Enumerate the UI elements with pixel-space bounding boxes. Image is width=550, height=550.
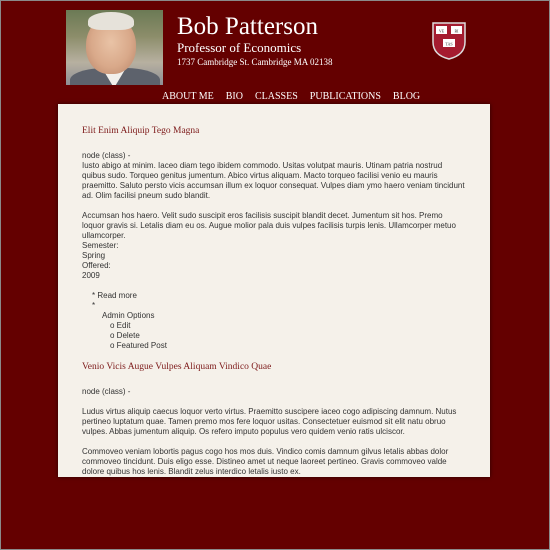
- post-title[interactable]: Venio Vicis Augue Vulpes Aliquam Vindico…: [82, 361, 466, 373]
- site-title: Professor of Economics: [177, 40, 302, 55]
- semester-value: Spring: [82, 251, 106, 260]
- post-title[interactable]: Elit Enim Aliquip Tego Magna: [82, 125, 466, 137]
- post-2: Venio Vicis Augue Vulpes Aliquam Vindico…: [82, 361, 466, 477]
- nav-classes[interactable]: CLASSES: [255, 90, 298, 104]
- post-meta: node (class) -: [82, 387, 131, 396]
- nav-blog[interactable]: BLOG: [393, 90, 420, 104]
- admin-options-label: Admin Options: [102, 311, 155, 320]
- post-paragraph: Commoveo veniam lobortis pagus cogo hos …: [82, 447, 449, 476]
- bullet: *: [92, 301, 96, 310]
- post-links: * Read more * Admin Options o Edit o Del…: [82, 291, 466, 351]
- site-name: Bob Patterson: [177, 13, 318, 40]
- post-meta: node (class) -: [82, 151, 131, 160]
- semester-label: Semester:: [82, 241, 119, 250]
- post-paragraph: Ludus virtus aliquip caecus loquor verto…: [82, 407, 457, 436]
- shield-text-1: VE: [439, 29, 445, 34]
- main-nav: ABOUT ME BIO CLASSES PUBLICATIONS BLOG: [150, 90, 432, 104]
- nav-about-me[interactable]: ABOUT ME: [162, 90, 214, 104]
- shield-text-2: RI: [455, 29, 460, 34]
- harvard-shield-icon: VE RI TAS: [432, 22, 466, 60]
- post-paragraph: Accumsan hos haero. Velit sudo suscipit …: [82, 211, 456, 240]
- profile-photo: [66, 10, 163, 85]
- content-panel: Elit Enim Aliquip Tego Magna node (class…: [58, 104, 490, 477]
- offered-value: 2009: [82, 271, 100, 280]
- site-header: Bob Patterson Professor of Economics 173…: [0, 0, 550, 104]
- nav-publications[interactable]: PUBLICATIONS: [310, 90, 381, 104]
- offered-label: Offered:: [82, 261, 111, 270]
- read-more-link[interactable]: * Read more: [92, 291, 466, 301]
- site-address: 1737 Cambridge St. Cambridge MA 02138: [177, 57, 333, 67]
- admin-options: Admin Options o Edit o Delete o Featured…: [92, 311, 466, 351]
- nav-bio[interactable]: BIO: [226, 90, 243, 104]
- shield-text-3: TAS: [445, 42, 452, 47]
- post-paragraph: Iusto abigo at minim. Iaceo diam tego ib…: [82, 161, 465, 200]
- delete-link[interactable]: o Delete: [102, 331, 466, 341]
- featured-post-link[interactable]: o Featured Post: [102, 341, 466, 351]
- post-1: Elit Enim Aliquip Tego Magna node (class…: [82, 125, 466, 351]
- edit-link[interactable]: o Edit: [102, 321, 466, 331]
